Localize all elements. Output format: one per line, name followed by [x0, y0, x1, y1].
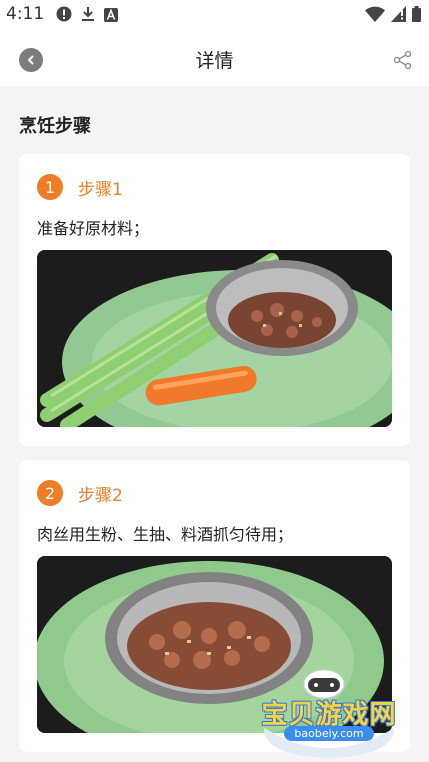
status-icons-right [365, 6, 421, 26]
step-label: 步骤2 [78, 485, 123, 506]
status-icons-left [56, 6, 118, 26]
share-button[interactable] [393, 50, 413, 70]
download-icon [81, 6, 95, 26]
step-header: 1 步骤1 [37, 174, 123, 200]
font-icon [104, 7, 118, 26]
status-time: 4:11 [6, 4, 45, 24]
cellular-icon [391, 6, 406, 26]
page-title: 详情 [195, 50, 234, 72]
wifi-icon [365, 6, 385, 26]
step-description: 肉丝用生粉、生抽、料酒抓匀待用； [37, 525, 294, 544]
watermark-url: baobeiy.com [284, 726, 374, 741]
step-number-badge: 2 [37, 480, 63, 506]
share-icon [393, 50, 413, 74]
step-description: 准备好原材料； [37, 219, 150, 238]
section-title: 烹饪步骤 [19, 116, 91, 137]
alert-icon [56, 6, 72, 26]
step-label: 步骤1 [78, 179, 123, 200]
step-header: 2 步骤2 [37, 480, 123, 506]
watermark-logo: 宝贝游戏网 baobeiy.com [254, 668, 404, 760]
battery-icon [412, 6, 421, 26]
step-card: 1 步骤1 准备好原材料； [19, 154, 410, 446]
top-nav-bar: 详情 [0, 30, 429, 86]
status-bar: 4:11 [0, 0, 429, 30]
step-number-badge: 1 [37, 174, 63, 200]
step-photo[interactable] [37, 250, 392, 427]
